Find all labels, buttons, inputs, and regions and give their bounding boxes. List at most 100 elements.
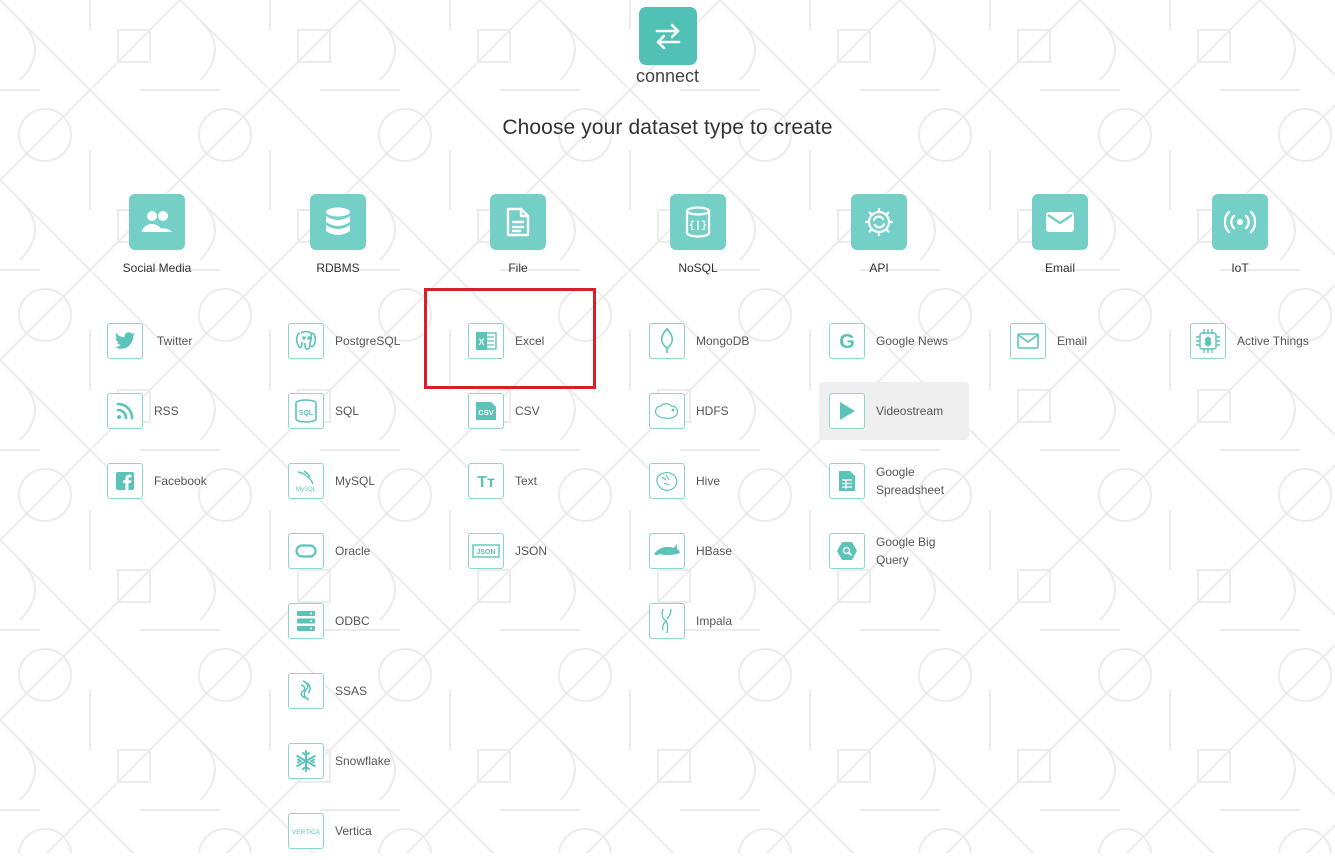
source-label: Videostream (876, 404, 944, 418)
source-google-spreadsheet[interactable]: Google Spreadsheet (829, 452, 956, 510)
play-icon (829, 393, 865, 429)
source-label: Hive (696, 474, 721, 488)
hbase-icon (649, 533, 685, 569)
database-icon (310, 194, 366, 250)
source-rss[interactable]: RSS (107, 382, 179, 440)
postgresql-icon (288, 323, 324, 359)
api-gear-icon (851, 194, 907, 250)
source-google-news[interactable]: G Google News (829, 312, 948, 370)
sql-icon: SQL (288, 393, 324, 429)
source-facebook[interactable]: Facebook (107, 452, 207, 510)
json-tile-text: JSON (476, 549, 495, 556)
envelope-outline-icon (1010, 323, 1046, 359)
source-text[interactable]: Tт Text (468, 452, 537, 510)
source-videostream[interactable]: Videostream (819, 382, 969, 440)
logo: connect (0, 7, 1335, 87)
source-label: Text (515, 474, 538, 488)
vertica-tile-text: VERTICA (292, 829, 321, 836)
category-rdbms[interactable]: RDBMS (248, 194, 428, 275)
svg-text:{|}: {|} (689, 220, 707, 232)
csv-icon: CSV (468, 393, 504, 429)
source-label: Active Things (1237, 334, 1309, 348)
category-api[interactable]: API (789, 194, 969, 275)
impala-icon (649, 603, 685, 639)
source-excel[interactable]: X Excel (468, 312, 544, 370)
logo-text: connect (635, 66, 700, 86)
page-title: Choose your dataset type to create (502, 116, 833, 139)
category-label: File (508, 261, 528, 275)
source-label: ODBC (335, 614, 370, 628)
text-icon: Tт (468, 463, 504, 499)
source-label: Snowflake (335, 754, 391, 768)
category-label: Social Media (122, 261, 192, 275)
hive-icon (649, 463, 685, 499)
file-icon (490, 194, 546, 250)
category-label: NoSQL (678, 261, 718, 275)
source-label: HDFS (696, 404, 729, 418)
source-mysql[interactable]: MySQL MySQL (288, 452, 375, 510)
envelope-icon (1032, 194, 1088, 250)
source-label: HBase (696, 544, 733, 558)
broadcast-icon (1212, 194, 1268, 250)
source-odbc[interactable]: ODBC (288, 592, 370, 650)
source-label: CSV (515, 404, 540, 418)
csv-tile-text: CSV (478, 408, 493, 417)
source-impala[interactable]: Impala (649, 592, 732, 650)
source-label: SQL (335, 404, 360, 418)
mysql-tile-text: MySQL (296, 487, 317, 493)
google-tile-text: G (839, 331, 855, 352)
category-file[interactable]: File (428, 194, 608, 275)
source-label: SSAS (335, 684, 368, 698)
source-sql[interactable]: SQL SQL (288, 382, 359, 440)
source-twitter[interactable]: Twitter (107, 312, 192, 370)
category-email[interactable]: Email (970, 194, 1150, 275)
source-vertica[interactable]: VERTICA Vertica (288, 802, 372, 860)
rss-icon (107, 393, 143, 429)
source-label: Impala (696, 614, 733, 628)
source-label: MySQL (335, 474, 376, 488)
source-label: Oracle (335, 544, 371, 558)
category-iot[interactable]: IoT (1150, 194, 1330, 275)
source-hdfs[interactable]: HDFS (649, 382, 729, 440)
source-label: Google News (876, 334, 949, 348)
source-csv[interactable]: CSV CSV (468, 382, 540, 440)
source-oracle[interactable]: Oracle (288, 522, 370, 580)
source-label: Facebook (154, 474, 207, 488)
source-label: Google Spreadsheet (876, 465, 945, 497)
sql-tile-text: SQL (299, 410, 314, 417)
snowflake-icon (288, 743, 324, 779)
ssas-icon (288, 673, 324, 709)
source-hive[interactable]: Hive (649, 452, 720, 510)
source-label: Twitter (157, 334, 193, 348)
twitter-icon (107, 323, 143, 359)
source-postgresql[interactable]: PostgreSQL (288, 312, 400, 370)
source-active-things[interactable]: $ Active Things (1190, 312, 1309, 370)
source-ssas[interactable]: SSAS (288, 662, 367, 720)
source-snowflake[interactable]: Snowflake (288, 732, 390, 790)
users-icon (129, 194, 185, 250)
source-label: RSS (154, 404, 179, 418)
category-label: IoT (1231, 261, 1249, 275)
category-nosql[interactable]: {|} NoSQL (608, 194, 788, 275)
source-google-big-query[interactable]: Google Big Query (829, 522, 956, 580)
category-label: RDBMS (316, 261, 360, 275)
source-email[interactable]: Email (1010, 312, 1087, 370)
source-label: MongoDB (696, 334, 750, 348)
mysql-icon: MySQL (288, 463, 324, 499)
chip-tile-text: $ (1205, 337, 1211, 348)
category-social-media[interactable]: Social Media (67, 194, 247, 275)
facebook-icon (107, 463, 143, 499)
excel-icon: X (468, 323, 504, 359)
source-label: JSON (515, 544, 548, 558)
source-mongodb[interactable]: MongoDB (649, 312, 749, 370)
nosql-icon: {|} (670, 194, 726, 250)
source-label: Email (1057, 334, 1088, 348)
hdfs-icon (649, 393, 685, 429)
source-json[interactable]: JSON JSON (468, 522, 547, 580)
source-label: Excel (515, 334, 545, 348)
mongodb-icon (649, 323, 685, 359)
source-label: PostgreSQL (335, 334, 401, 348)
source-label: Google Big Query (876, 535, 936, 567)
source-hbase[interactable]: HBase (649, 522, 732, 580)
source-label: Vertica (335, 824, 372, 838)
